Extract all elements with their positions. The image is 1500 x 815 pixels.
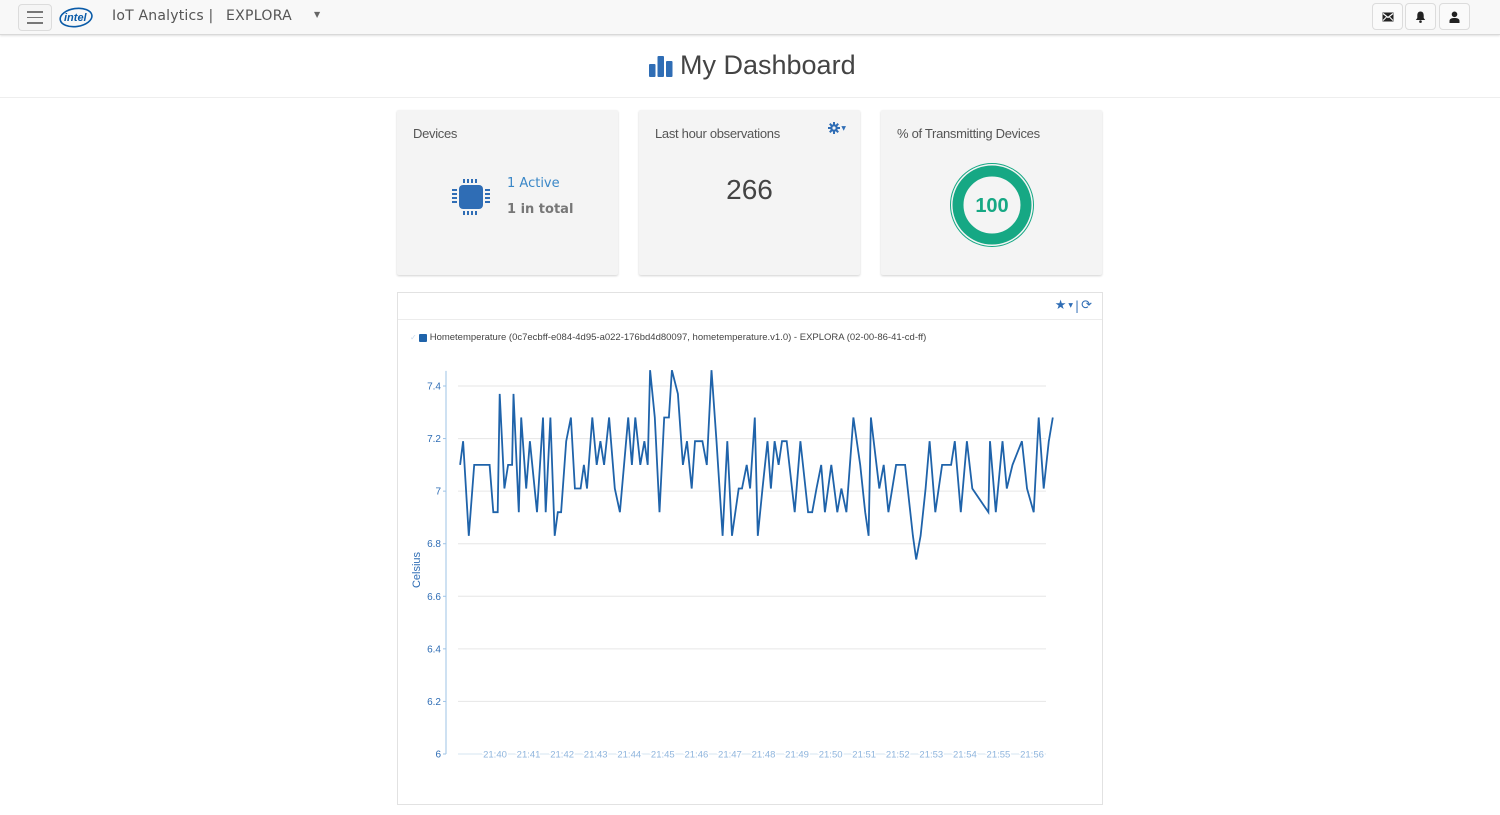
x-tick-label: 21:56 [1020,750,1044,761]
intel-logo-text: intel [64,12,88,24]
transmitting-devices-card: % of Transmitting Devices 100 [881,110,1102,275]
y-tick-label: 6 [435,750,441,761]
caret-down-icon: ▼ [841,124,846,132]
app-title: IoT Analytics | [112,8,214,24]
observations-value: 266 [726,174,773,205]
x-tick-label: 21:44 [617,750,641,761]
total-devices-text: 1 in total [507,202,574,217]
y-tick-label: 6.2 [427,697,441,708]
devices-card[interactable]: Devices 1 Active 1 in total [397,110,618,275]
page-title-group: My Dashboard [648,50,856,81]
x-tick-label: 21:51 [852,750,876,761]
hamburger-icon-line [27,22,43,24]
y-tick-label: 6.6 [427,592,441,603]
messages-button[interactable] [1372,3,1403,30]
transmitting-card-title: % of Transmitting Devices [897,126,1040,141]
intel-logo[interactable]: intel [58,5,94,29]
observations-card-title: Last hour observations [655,126,780,141]
chip-icon [452,179,490,215]
devices-card-title: Devices [413,126,458,141]
user-button[interactable] [1439,3,1470,30]
user-icon [1449,11,1460,23]
x-tick-label: 21:46 [684,750,708,761]
x-tick-label: 21:52 [886,750,910,761]
account-selector[interactable]: EXPLORA [226,8,292,24]
x-tick-label: 21:42 [550,750,574,761]
active-devices-link[interactable]: 1 Active [507,176,560,191]
envelope-icon [1382,12,1393,21]
observations-card: Last hour observations ▼ 266 [639,110,860,275]
observations-settings-button[interactable]: ▼ [828,122,846,134]
transmitting-gauge: 100 [950,163,1034,247]
caret-down-icon[interactable]: ▼ [314,10,320,19]
x-tick-label: 21:53 [919,750,943,761]
x-tick-label: 21:47 [718,750,742,761]
gear-icon [828,122,841,134]
x-tick-label: 21:49 [785,750,809,761]
y-tick-label: 7.2 [427,434,441,445]
hamburger-icon-line [27,16,43,19]
page-header: My Dashboard [0,36,1500,98]
chart-widget: ★ ▼ | ⟳ ✓ Hometemperature (0c7ecbff-e084… [397,292,1103,805]
notifications-button[interactable] [1405,3,1436,30]
x-tick-label: 21:43 [584,750,608,761]
x-tick-label: 21:40 [483,750,507,761]
bell-icon [1415,11,1426,23]
y-tick-label: 7 [435,487,441,498]
x-tick-label: 21:54 [953,750,977,761]
y-tick-label: 6.8 [427,539,441,550]
page-title: My Dashboard [680,50,856,80]
intel-logo-icon: intel [59,7,93,28]
y-tick-label: 6.4 [427,644,441,655]
x-tick-label: 21:50 [819,750,843,761]
bar-chart-icon [649,55,673,77]
x-tick-label: 21:41 [517,750,541,761]
y-axis-label: Celsius [411,551,423,588]
x-tick-label: 21:55 [987,750,1011,761]
series-line-hometemperature[interactable] [459,369,1054,560]
line-chart: 6 6.2 6.4 6.6 6.8 7 7.2 7.4 21:40 21:41 21:42 21:4… [411,369,1054,762]
top-navbar: intel IoT Analytics | EXPLORA ▼ [0,0,1500,35]
y-tick-label: 7.4 [427,382,441,393]
x-tick-label: 21:48 [752,750,776,761]
menu-toggle-button[interactable] [18,4,52,31]
hamburger-icon-line [27,11,43,13]
x-tick-label: 21:45 [651,750,675,761]
gauge-value: 100 [975,195,1008,217]
